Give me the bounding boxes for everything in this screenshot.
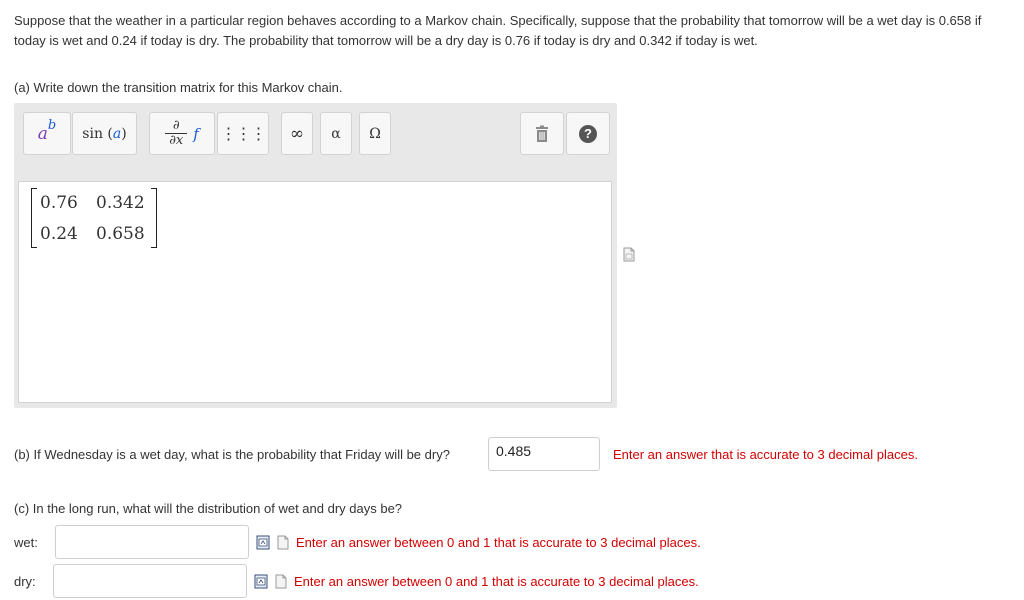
partial-top: ∂ — [172, 118, 180, 133]
omega-symbol: Ω — [369, 125, 381, 142]
problem-statement: Suppose that the weather in a particular… — [14, 13, 982, 48]
sin-label: sin — [82, 125, 103, 142]
omega-button[interactable]: Ω — [359, 112, 391, 155]
dry-label: dry: — [14, 574, 36, 589]
part-b-answer-input[interactable]: 0.485 — [488, 437, 600, 471]
math-editor: ab sin (a) ∂ ∂x f ⋮⋮⋮ ∞ α Ω ? 0.76 0.342… — [14, 103, 617, 408]
part-b-question: (b) If Wednesday is a wet day, what is t… — [14, 447, 450, 462]
help-icon: ? — [579, 124, 597, 143]
preview-icon[interactable] — [254, 574, 268, 589]
trash-icon — [536, 125, 548, 142]
dry-answer-input[interactable] — [53, 564, 247, 598]
right-bracket — [151, 188, 157, 248]
pdf-icon[interactable] — [275, 574, 287, 589]
matrix-cell-1-2: 0.342 — [96, 193, 145, 213]
alpha-button[interactable]: α — [320, 112, 352, 155]
matrix-cell-2-1: 0.24 — [40, 224, 78, 244]
left-bracket — [31, 188, 37, 248]
trig-function-button[interactable]: sin (a) — [72, 112, 137, 155]
preview-icon[interactable] — [623, 247, 635, 262]
alpha-symbol: α — [331, 125, 341, 142]
sin-arg: a — [112, 125, 122, 142]
clear-button[interactable] — [520, 112, 564, 155]
wet-hint: Enter an answer between 0 and 1 that is … — [296, 535, 701, 550]
dry-hint: Enter an answer between 0 and 1 that is … — [294, 574, 699, 589]
partial-bottom: ∂x — [169, 133, 184, 148]
matrix-cell-2-2: 0.658 — [96, 224, 145, 244]
infinity-symbol: ∞ — [289, 123, 305, 144]
matrix-icon: ⋮⋮⋮ — [220, 124, 267, 143]
matrix-button[interactable]: ⋮⋮⋮ — [217, 112, 269, 155]
superscript-exp: b — [47, 118, 57, 133]
pdf-icon[interactable] — [277, 535, 289, 550]
part-b-hint: Enter an answer that is accurate to 3 de… — [613, 447, 918, 462]
transition-matrix: 0.76 0.342 0.24 0.658 — [31, 186, 157, 248]
part-c-question: (c) In the long run, what will the distr… — [14, 501, 403, 516]
superscript-base: a — [37, 123, 48, 144]
help-button[interactable]: ? — [566, 112, 610, 155]
derivative-button[interactable]: ∂ ∂x f — [149, 112, 215, 155]
math-input-area[interactable]: 0.76 0.342 0.24 0.658 — [18, 181, 612, 403]
matrix-cell-1-1: 0.76 — [40, 193, 78, 213]
preview-icon[interactable] — [256, 535, 270, 550]
wet-answer-input[interactable] — [55, 525, 249, 559]
wet-label: wet: — [14, 535, 38, 550]
part-a-question: (a) Write down the transition matrix for… — [14, 80, 343, 95]
superscript-button[interactable]: ab — [23, 112, 71, 155]
infinity-button[interactable]: ∞ — [281, 112, 313, 155]
partial-f: f — [193, 124, 199, 143]
